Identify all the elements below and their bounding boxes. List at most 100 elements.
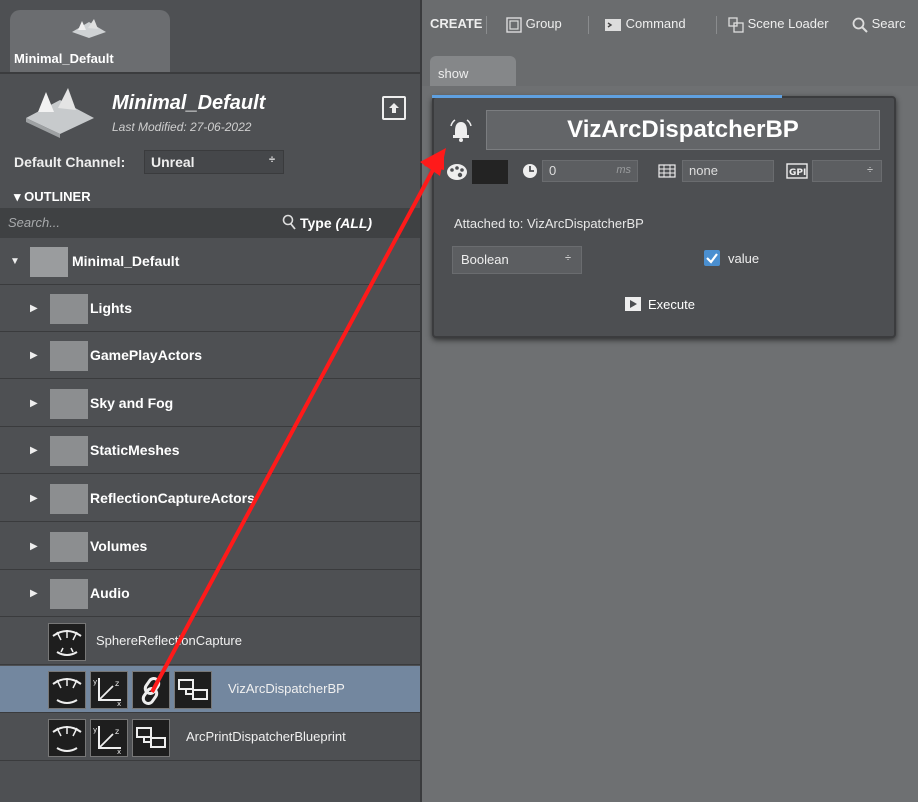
execute-icon <box>625 297 641 311</box>
collapse-icon: ▾ <box>14 189 25 204</box>
expand-arrow-icon[interactable]: ▶ <box>30 588 38 599</box>
create-toolbar: CREATE Group Command Scene Loader Searc <box>422 10 918 40</box>
chevron-updown-icon: ÷ <box>268 154 275 166</box>
palette-icon[interactable] <box>446 163 468 181</box>
tree-folder-sky-and-fog[interactable]: ▶ Sky and Fog <box>0 380 420 427</box>
expand-arrow-icon[interactable]: ▶ <box>30 541 38 552</box>
search-input[interactable]: Search... <box>8 215 60 230</box>
toolbar-separator <box>486 16 487 34</box>
command-label: Command <box>625 16 686 31</box>
divider <box>0 72 420 74</box>
visibility-eye-icon[interactable] <box>48 719 86 757</box>
value-checkbox[interactable] <box>704 250 720 266</box>
type-filter-value: (ALL) <box>335 215 373 231</box>
gpi-icon: GPI <box>786 163 808 179</box>
transform-axes-icon[interactable]: z y x <box>90 719 128 757</box>
tree-folder-lights[interactable]: ▶ Lights <box>0 285 420 332</box>
value-label: value <box>728 251 760 266</box>
tree-actor-spherereflectioncapture[interactable]: SphereReflectionCapture <box>0 618 420 665</box>
command-icon <box>605 18 621 31</box>
tree-folder-audio[interactable]: ▶ Audio <box>0 570 420 617</box>
visibility-eye-icon[interactable] <box>48 671 86 709</box>
value-type-value: Boolean <box>461 252 509 267</box>
folder-icon <box>50 484 88 514</box>
color-swatch[interactable] <box>472 160 508 184</box>
search-icon <box>282 214 296 230</box>
svg-text:x: x <box>117 700 121 708</box>
folder-label: Volumes <box>90 538 148 554</box>
folder-label: GamePlayActors <box>90 347 203 363</box>
visibility-eye-icon[interactable] <box>48 623 86 661</box>
expand-arrow-icon[interactable]: ▶ <box>30 303 38 314</box>
blueprint-icon[interactable] <box>132 719 170 757</box>
folder-label: StaticMeshes <box>90 442 180 458</box>
expand-arrow-icon[interactable]: ▶ <box>30 445 38 456</box>
folder-label: Audio <box>90 585 130 601</box>
expand-arrow-icon[interactable]: ▶ <box>30 350 38 361</box>
tree-folder-staticmeshes[interactable]: ▶ StaticMeshes <box>0 427 420 474</box>
default-channel-label: Default Channel: <box>14 154 126 170</box>
clock-icon <box>523 164 537 178</box>
tab-show[interactable]: show <box>430 56 516 86</box>
outliner-search[interactable]: Search... Type (ALL) <box>0 208 420 238</box>
svg-text:GPI: GPI <box>789 168 806 178</box>
actor-label: SphereReflectionCapture <box>96 633 242 648</box>
execute-button[interactable]: Execute <box>624 296 695 315</box>
group-button[interactable]: Group <box>506 16 562 33</box>
folder-label: ReflectionCaptureActors <box>90 490 255 506</box>
folder-icon <box>50 436 88 466</box>
toolbar-separator <box>588 16 589 34</box>
collapse-arrow-icon[interactable]: ▼ <box>10 256 20 267</box>
selection-highlight <box>432 95 782 98</box>
dispatcher-title[interactable]: VizArcDispatcherBP <box>486 110 880 150</box>
scene-loader-button[interactable]: Scene Loader <box>728 16 829 33</box>
blueprint-icon[interactable] <box>174 671 212 709</box>
default-channel: Default Channel: Unreal ÷ <box>0 148 420 178</box>
tree-folder-volumes[interactable]: ▶ Volumes <box>0 523 420 570</box>
delay-value: 0 <box>549 163 557 178</box>
delay-input[interactable]: 0 ms <box>542 160 638 182</box>
folder-icon <box>50 294 88 324</box>
tree-root[interactable]: ▼ Minimal_Default <box>0 238 420 285</box>
group-label: Group <box>525 16 562 31</box>
svg-text:z: z <box>115 727 119 736</box>
tree-folder-reflectioncaptureactors[interactable]: ▶ ReflectionCaptureActors <box>0 475 420 522</box>
svg-text:x: x <box>117 748 121 756</box>
upload-button[interactable] <box>382 96 406 120</box>
folder-label: Sky and Fog <box>90 395 174 411</box>
scene-loader-icon <box>728 16 744 33</box>
transform-axes-icon[interactable]: z y x <box>90 671 128 709</box>
gpi-text-input[interactable]: none <box>682 160 774 182</box>
folder-label: Lights <box>90 300 132 316</box>
expand-arrow-icon[interactable]: ▶ <box>30 398 38 409</box>
toolbar-separator <box>716 16 717 34</box>
search-button[interactable]: Searc <box>852 16 906 33</box>
bell-icon[interactable] <box>448 118 474 144</box>
search-label: Searc <box>871 16 906 31</box>
delay-unit: ms <box>616 164 631 176</box>
create-label: CREATE <box>430 16 483 31</box>
chevron-updown-icon: ÷ <box>866 164 873 176</box>
outliner-header[interactable]: ▾ OUTLINER <box>0 186 420 208</box>
type-filter[interactable]: Type (ALL) <box>300 215 372 231</box>
scene-tab[interactable]: Minimal_Default <box>10 10 170 72</box>
value-type-select[interactable]: Boolean ÷ <box>452 246 582 274</box>
upload-icon <box>389 103 399 113</box>
last-modified: Last Modified: 27-06-2022 <box>112 120 252 134</box>
scene-name: Minimal_Default <box>112 92 266 114</box>
tree-actor-arcprintdispatcherblueprint[interactable]: z y x ArcPrintDispatcherBlueprint <box>0 714 420 761</box>
group-icon <box>506 16 522 33</box>
command-button[interactable]: Command <box>604 16 686 33</box>
link-icon[interactable] <box>132 671 170 709</box>
tree-actor-vizarcdispatcherbp[interactable]: z y x VizArcDispatcherBP <box>0 666 420 713</box>
expand-arrow-icon[interactable]: ▶ <box>30 493 38 504</box>
tree-root-label: Minimal_Default <box>72 253 180 269</box>
outliner-title: OUTLINER <box>24 189 91 204</box>
folder-icon <box>50 532 88 562</box>
gpi-select[interactable]: ÷ <box>812 160 882 182</box>
grid-icon <box>658 164 676 178</box>
svg-text:y: y <box>93 726 97 734</box>
tree-folder-gameplayactors[interactable]: ▶ GamePlayActors <box>0 332 420 379</box>
channel-select[interactable]: Unreal ÷ <box>144 150 284 174</box>
search-icon <box>852 17 868 33</box>
